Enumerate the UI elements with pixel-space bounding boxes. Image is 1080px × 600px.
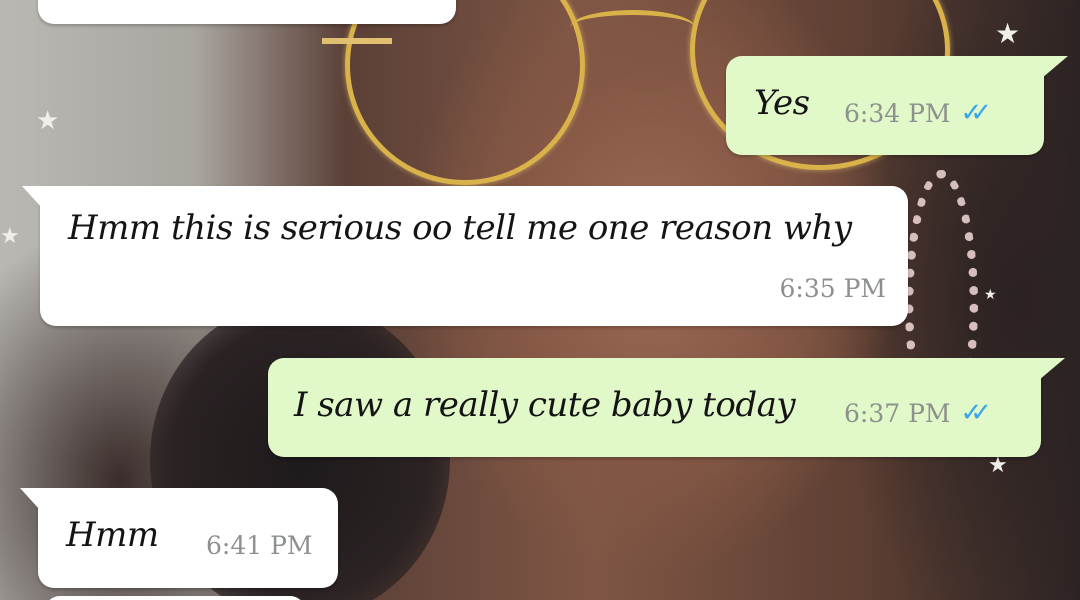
bubble-tail (1042, 56, 1068, 78)
message-text: Hmm (66, 515, 159, 555)
message-time: 6:34 PM (844, 98, 951, 128)
message-meta: 6:37 PM ✓✓ (844, 398, 992, 428)
message-text: I saw a really cute baby today (294, 385, 796, 425)
glasses-temple (322, 38, 392, 44)
bubble-tail (1039, 358, 1065, 380)
message-time: 6:35 PM (779, 274, 886, 303)
bubble-tail (22, 186, 42, 208)
message-meta: 6:35 PM (779, 274, 886, 303)
glasses-bridge (570, 10, 695, 45)
message-bubble-outgoing[interactable]: Yes 6:34 PM ✓✓ (726, 56, 1068, 155)
message-bubble-incoming[interactable]: Hmm this is serious oo tell me one reaso… (22, 186, 908, 326)
message-bubble-incoming-cropped[interactable] (44, 596, 306, 600)
bubble-tail (20, 488, 40, 510)
star-icon: ★ (36, 106, 60, 136)
star-icon: ★ (984, 287, 997, 303)
star-icon: ★ (0, 224, 20, 249)
star-icon: ★ (995, 17, 1021, 50)
message-time: 6:37 PM (844, 398, 951, 428)
message-meta: 6:34 PM ✓✓ (844, 98, 992, 128)
message-time: 6:41 PM (206, 531, 313, 560)
glasses-left-lens (345, 0, 585, 185)
double-check-read-icon: ✓✓ (960, 398, 992, 428)
message-bubble-incoming[interactable]: Hmm 6:41 PM (20, 488, 338, 588)
message-text: Hmm this is serious oo tell me one reaso… (68, 208, 852, 248)
message-text: Yes (754, 83, 810, 123)
message-bubble-outgoing[interactable]: I saw a really cute baby today 6:37 PM ✓… (268, 358, 1065, 457)
star-icon: ★ (988, 453, 1008, 478)
double-check-read-icon: ✓✓ (960, 98, 992, 128)
message-bubble-incoming-cropped[interactable] (38, 0, 456, 24)
message-meta: 6:41 PM (206, 531, 313, 560)
